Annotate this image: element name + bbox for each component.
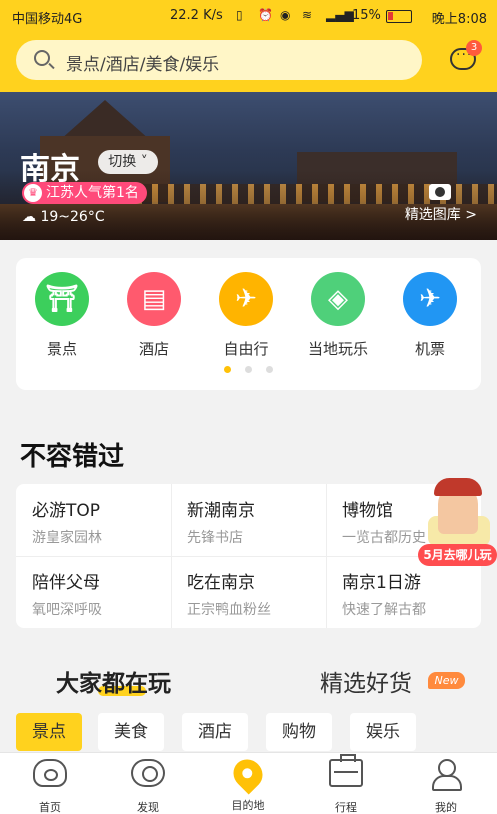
suitcase-icon [329,754,363,787]
attraction-icon: ⛩ [35,272,89,326]
nav-discover[interactable]: 发现 [108,759,188,814]
city-hero-banner[interactable]: 南京 切换 ˅ ♛ 江苏人气第1名 ☁ 19~26°C 精选图库 > [0,92,497,240]
chip-attractions[interactable]: 景点 [16,713,82,751]
grid-item-title: 陪伴父母 [32,573,100,593]
user-icon [429,759,463,791]
grid-item[interactable]: 陪伴父母 氧吧深呼吸 [16,556,171,628]
eye-icon: ◉ [280,8,291,22]
weather-info: ☁ 19~26°C [22,209,105,225]
tab-everyone-plays[interactable]: 大家都在玩 [56,664,171,698]
page-dot [266,366,273,373]
hotel-icon: ▤ [127,272,181,326]
nav-profile[interactable]: 我的 [406,759,486,814]
location-pin-icon [227,753,269,795]
signal-icon: ▂▄▆ [326,8,354,22]
ranking-text: 江苏人气第1名 [46,185,139,201]
messages-button[interactable]: 3 [448,40,482,74]
search-placeholder: 景点/酒店/美食/娱乐 [66,55,220,75]
search-icon [34,50,50,66]
grid-item-subtitle: 快速了解古都 [342,602,426,618]
balloon-icon: ◈ [311,272,365,326]
clock: 晚上8:08 [431,12,487,27]
category-label: 当地玩乐 [307,340,368,358]
page-dot-active [224,366,231,373]
new-badge: New [428,672,465,689]
tab-selected-goods[interactable]: 精选好货 [320,664,412,698]
chevron-down-icon: ˅ [136,154,148,170]
ranking-badge: ♛ 江苏人气第1名 [22,182,147,204]
discover-icon [131,759,165,787]
promo-sticker[interactable]: 5月去哪儿玩 [416,478,497,570]
filter-chips: 景点 美食 酒店 购物 娱乐 [16,713,497,753]
vibrate-icon: ▯ [236,8,243,22]
wifi-icon: ≋ [302,8,313,22]
grid-item-title: 必游TOP [32,501,101,521]
grid-item[interactable]: 吃在南京 正宗鸭血粉丝 [171,556,326,628]
chip-entertainment[interactable]: 娱乐 [350,713,416,751]
temperature-range: 19~26°C [40,209,105,225]
page-indicator [16,366,481,373]
chip-hotels[interactable]: 酒店 [182,713,248,751]
home-icon [33,759,67,787]
hat-illustration [434,478,482,496]
free-travel-icon: ✈ [219,272,273,326]
network-speed: 22.2 K/s [170,8,223,23]
must-see-grid: 必游TOP 游皇家园林 新潮南京 先锋书店 博物馆 一览古都历史 陪伴父母 氧吧… [16,484,481,628]
alarm-icon: ⏰ [258,8,273,22]
grid-item-title: 新潮南京 [187,501,255,521]
battery-percent: 15% [352,8,381,23]
grid-item-subtitle: 正宗鸭血粉丝 [187,602,271,618]
category-card: ⛩ 景点 ▤ 酒店 ✈ 自由行 ◈ 当地玩乐 ✈ 机票 [16,258,481,390]
camera-icon [429,184,451,200]
nav-label: 首页 [39,801,61,814]
grid-item[interactable]: 必游TOP 游皇家园林 [16,484,171,556]
grid-item-subtitle: 游皇家园林 [32,530,102,546]
category-label: 自由行 [223,340,269,358]
switch-label: 切换 [108,154,137,170]
pagoda-roof [60,100,150,140]
grid-item[interactable]: 新潮南京 先锋书店 [171,484,326,556]
crown-icon: ♛ [24,184,42,202]
search-bar[interactable]: 景点/酒店/美食/娱乐 [16,40,422,80]
airplane-icon: ✈ [403,272,457,326]
nav-destination[interactable]: 目的地 [208,753,288,813]
category-hotels[interactable]: ▤ 酒店 [114,272,194,359]
grid-item-subtitle: 先锋书店 [187,530,243,546]
nav-itinerary[interactable]: 行程 [306,754,386,814]
category-label: 机票 [414,340,445,358]
category-attractions[interactable]: ⛩ 景点 [22,272,102,359]
status-bar: 中国移动4G 22.2 K/s ▯ ⏰ ◉ ≋ ▂▄▆ 15% 晚上8:08 [0,0,497,32]
battery-icon [386,10,412,23]
chip-food[interactable]: 美食 [98,713,164,751]
nav-home[interactable]: 首页 [10,759,90,814]
bottom-nav: 首页 发现 目的地 行程 我的 [0,752,497,814]
nav-label: 行程 [335,801,357,814]
grid-item-title: 南京1日游 [342,573,421,593]
category-label: 酒店 [138,340,169,358]
chip-shopping[interactable]: 购物 [266,713,332,751]
header: 中国移动4G 22.2 K/s ▯ ⏰ ◉ ≋ ▂▄▆ 15% 晚上8:08 景… [0,0,497,92]
nav-label: 目的地 [231,799,265,812]
nav-label: 我的 [435,801,457,814]
nav-label: 发现 [137,801,159,814]
section-tabs: 大家都在玩 精选好货 [0,662,497,702]
cloud-icon: ☁ [22,209,41,225]
switch-city-button[interactable]: 切换 ˅ [98,150,158,174]
carrier-label: 中国移动4G [12,12,83,27]
grid-item-title: 吃在南京 [187,573,255,593]
category-free-travel[interactable]: ✈ 自由行 [206,272,286,359]
gallery-link[interactable]: 精选图库 > [405,204,477,224]
grid-item-subtitle: 氧吧深呼吸 [32,602,102,618]
section-title: 不容错过 [20,442,125,472]
category-flights[interactable]: ✈ 机票 [390,272,470,359]
category-local-fun[interactable]: ◈ 当地玩乐 [298,272,378,359]
page-dot [245,366,252,373]
message-badge: 3 [466,40,482,56]
promo-tag: 5月去哪儿玩 [418,544,497,566]
category-label: 景点 [46,340,77,358]
